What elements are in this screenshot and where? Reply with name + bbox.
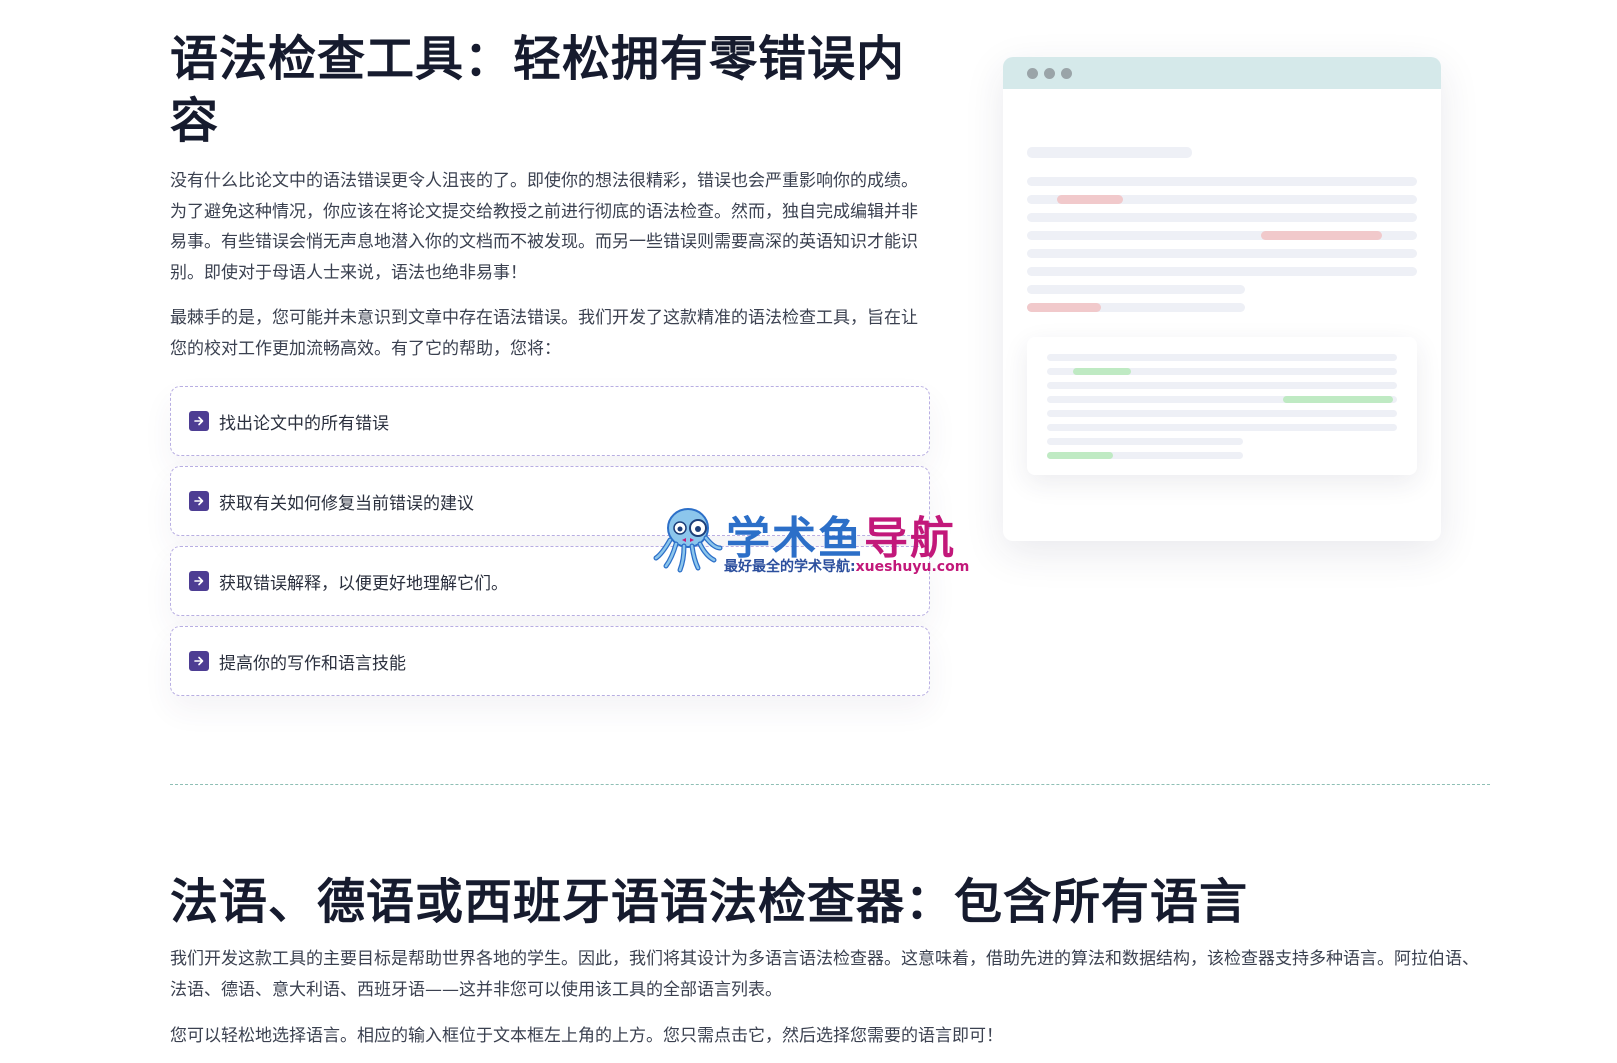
octopus-mascot-icon <box>653 508 723 573</box>
placeholder-line <box>1027 147 1192 158</box>
site-watermark: 学术鱼导航 最好最全的学术导航:xueshuyu.com <box>652 500 992 578</box>
arrow-right-icon <box>189 411 209 431</box>
placeholder-line <box>1047 410 1397 417</box>
window-dot-icon <box>1027 67 1038 79</box>
grammar-section: 语法检查工具：轻松拥有零错误内容 没有什么比论文中的语法错误更令人沮丧的了。即使… <box>170 28 930 706</box>
language-select-paragraph: 您可以轻松地选择语言。相应的输入框位于文本框左上角的上方。您只需点击它，然后选择… <box>170 1026 1003 1046</box>
document-illustration <box>1003 57 1441 541</box>
feature-label: 获取错误解释，以便更好地理解它们。 <box>219 573 508 594</box>
fix-highlight <box>1283 396 1393 403</box>
placeholder-line <box>1027 177 1417 186</box>
language-section: 法语、德语或西班牙语语法检查器：包含所有语言 我们开发这款工具的主要目标是帮助世… <box>170 872 1490 1052</box>
feature-label: 提高你的写作和语言技能 <box>219 653 406 674</box>
placeholder-line <box>1027 213 1417 222</box>
placeholder-line <box>1047 438 1243 445</box>
placeholder-line <box>1047 424 1397 431</box>
placeholder-line <box>1027 249 1417 258</box>
error-highlight <box>1027 303 1101 312</box>
feature-label: 获取有关如何修复当前错误的建议 <box>219 493 474 514</box>
placeholder-line <box>1027 267 1417 276</box>
error-highlight <box>1261 231 1382 240</box>
language-intro-paragraph: 我们开发这款工具的主要目标是帮助世界各地的学生。因此，我们将其设计为多语言语法检… <box>170 949 1479 1000</box>
window-titlebar <box>1003 57 1441 89</box>
window-dot-icon <box>1044 67 1055 79</box>
placeholder-line <box>1047 354 1397 361</box>
placeholder-line <box>1027 285 1245 294</box>
arrow-right-icon <box>189 571 209 591</box>
placeholder-line <box>1047 382 1397 389</box>
feature-item: 找出论文中的所有错误 <box>170 386 930 456</box>
grammar-benefits-paragraph: 最棘手的是，您可能并未意识到文章中存在语法错误。我们开发了这款精准的语法检查工具… <box>170 308 918 359</box>
suggestion-card <box>1027 337 1417 475</box>
arrow-right-icon <box>189 491 209 511</box>
section-divider <box>170 784 1490 785</box>
arrow-right-icon <box>189 651 209 671</box>
watermark-tagline: 最好最全的学术导航: <box>724 559 856 575</box>
watermark-domain: xueshuyu.com <box>855 559 970 575</box>
grammar-section-title: 语法检查工具：轻松拥有零错误内容 <box>170 31 906 149</box>
language-section-title: 法语、德语或西班牙语语法检查器：包含所有语言 <box>170 874 1249 930</box>
fix-highlight <box>1047 452 1113 459</box>
watermark-subtitle: 最好最全的学术导航:xueshuyu.com <box>724 556 969 576</box>
feature-label: 找出论文中的所有错误 <box>219 413 389 434</box>
grammar-intro-paragraph: 没有什么比论文中的语法错误更令人沮丧的了。即使你的想法很精彩，错误也会严重影响你… <box>170 171 918 283</box>
window-dot-icon <box>1061 67 1072 79</box>
error-highlight <box>1057 195 1123 204</box>
feature-item: 提高你的写作和语言技能 <box>170 626 930 696</box>
fix-highlight <box>1073 368 1131 375</box>
